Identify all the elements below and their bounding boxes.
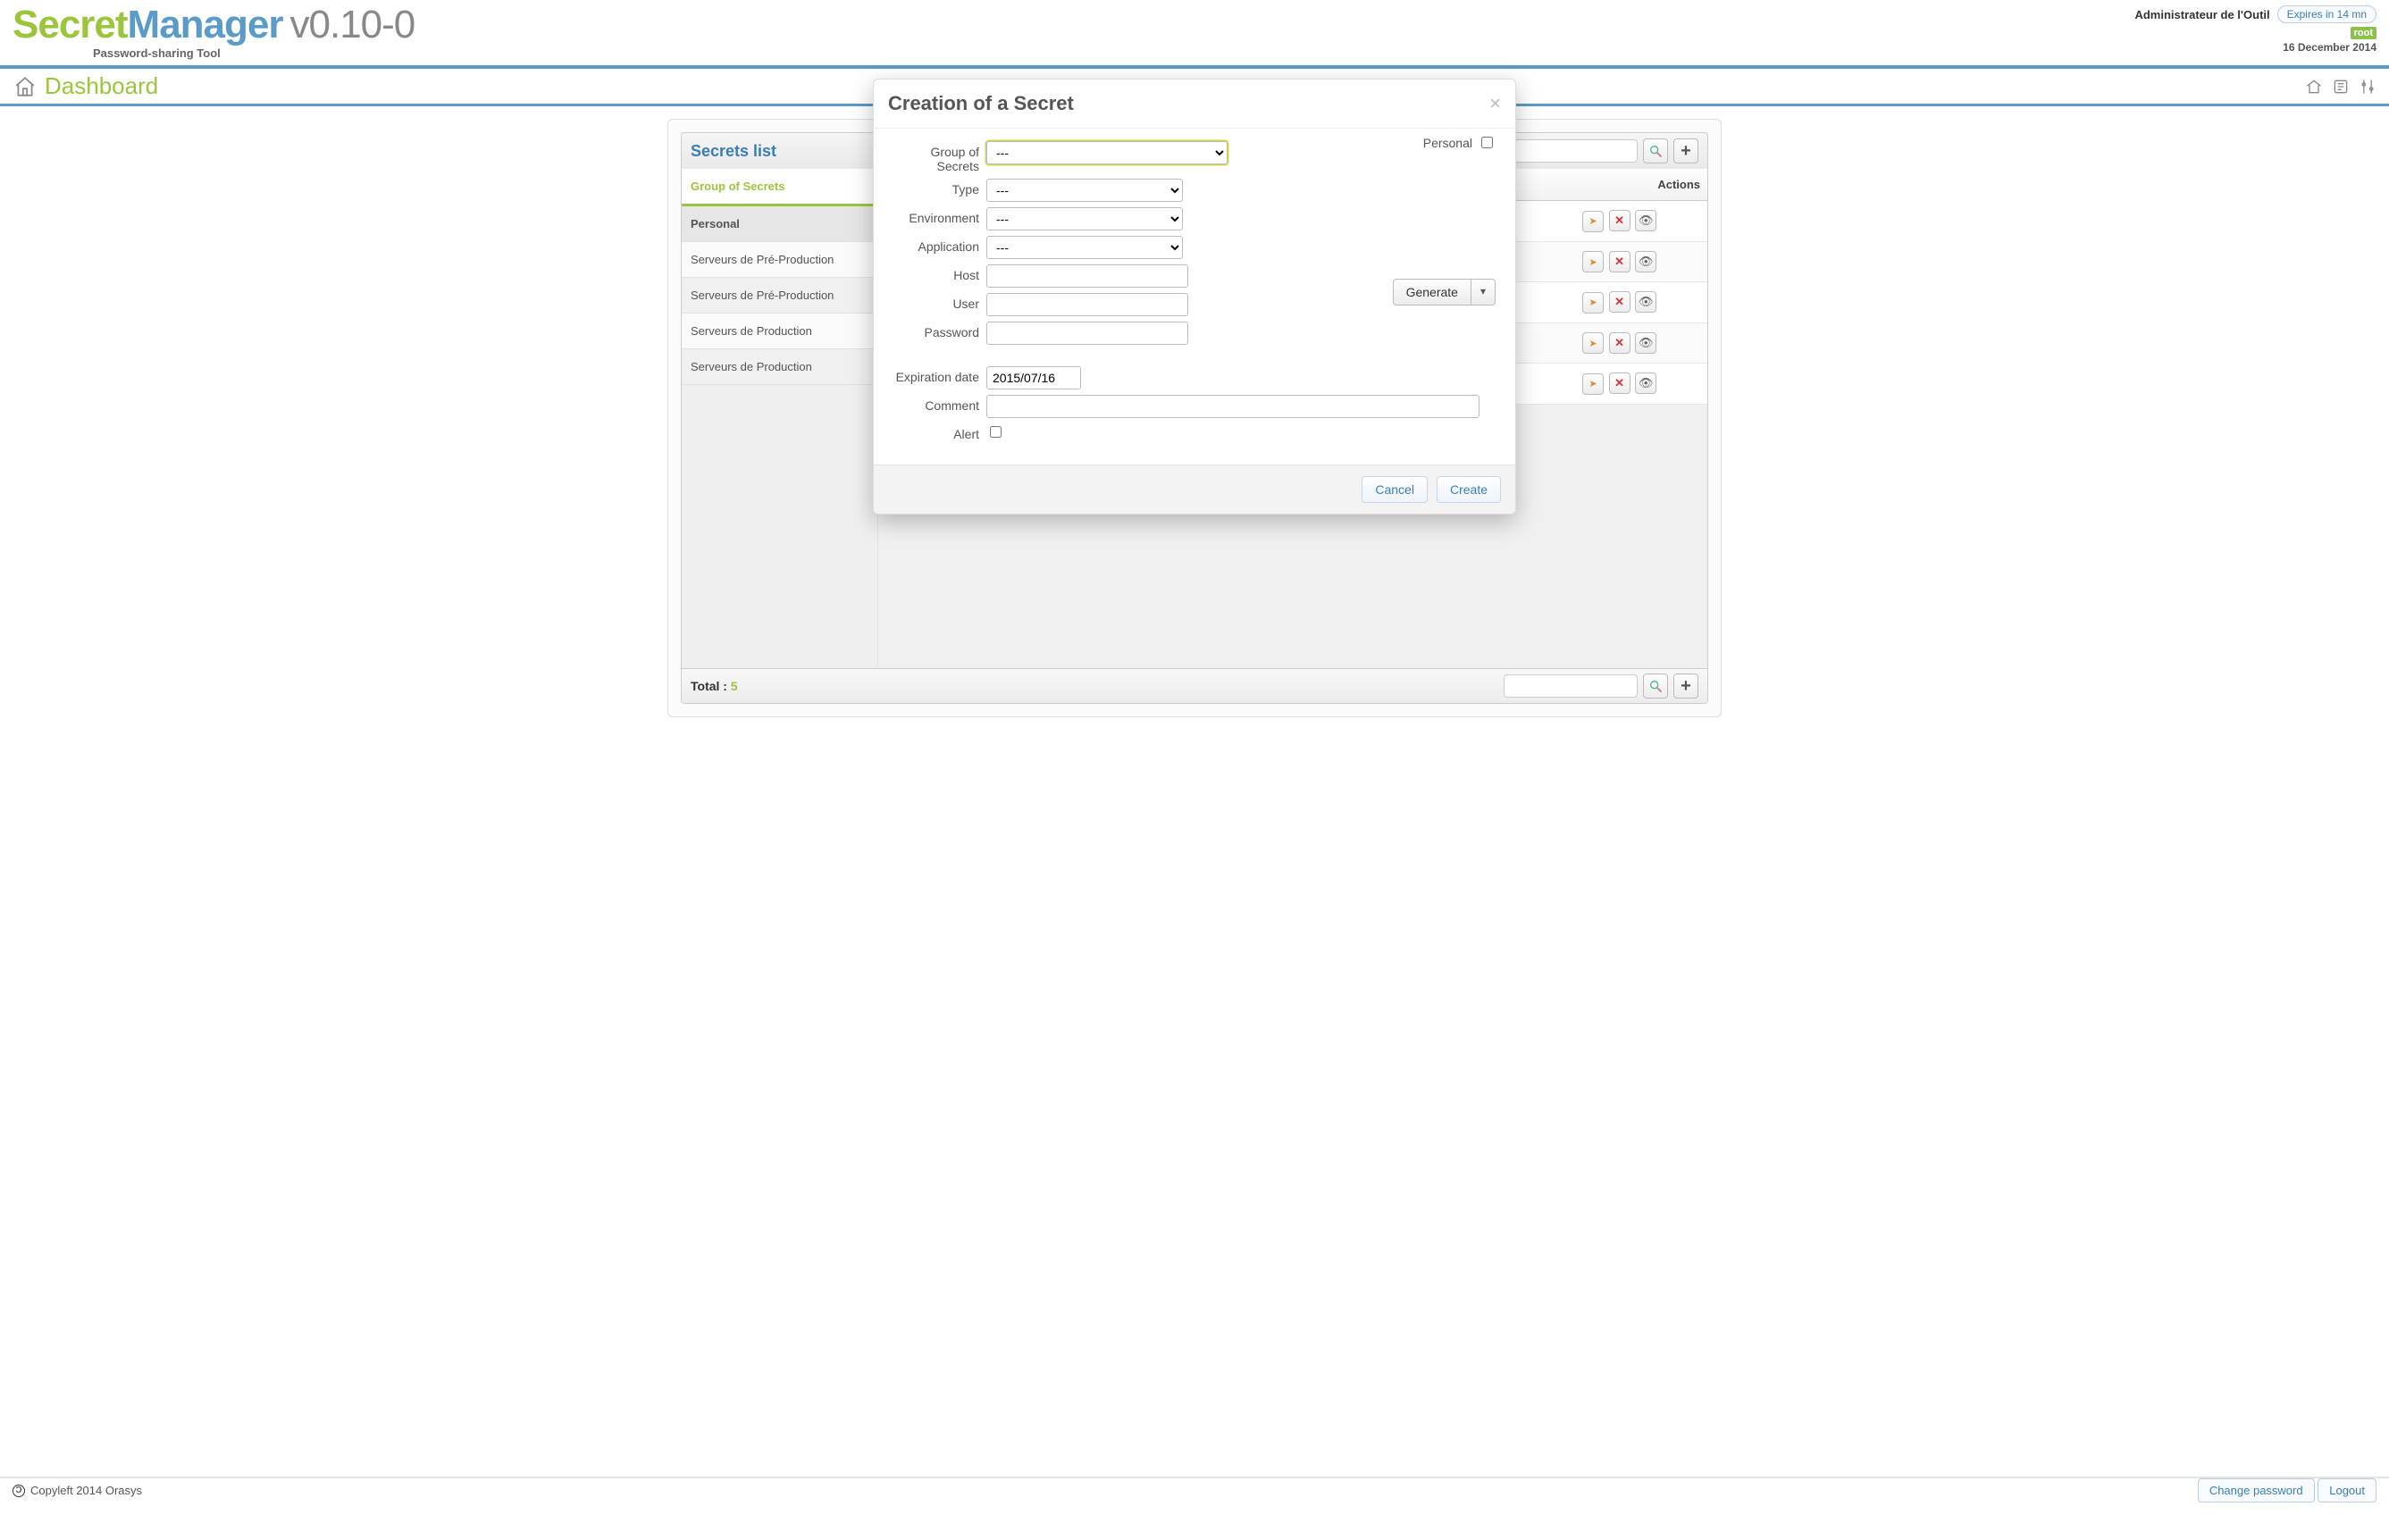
create-secret-modal: Creation of a Secret × Personal Group of… (873, 79, 1516, 515)
host-label: Host (888, 264, 986, 282)
sidebar-item-group-of-secrets[interactable]: Group of Secrets (682, 169, 877, 206)
sidebar-item[interactable]: Serveurs de Production (682, 349, 877, 385)
row-delete-button[interactable]: ✕ (1609, 372, 1630, 394)
add-secret-button[interactable]: + (1673, 138, 1698, 163)
home-icon[interactable] (13, 75, 38, 98)
panel-footer-tools: + (1504, 674, 1698, 699)
footer-add-button[interactable]: + (1673, 674, 1698, 699)
sidebar: Group of Secrets Personal Serveurs de Pr… (682, 169, 878, 673)
change-password-button[interactable]: Change password (2198, 1478, 2315, 1502)
row-view-button[interactable] (1635, 372, 1656, 394)
brand-seg1: Secret (13, 3, 128, 46)
panel-footer: Total : 5 + (682, 668, 1707, 703)
logout-button[interactable]: Logout (2318, 1478, 2376, 1502)
app-header: SecretManagerv0.10-0 Password-sharing To… (0, 0, 2389, 69)
comment-label: Comment (888, 395, 986, 413)
type-label: Type (888, 179, 986, 197)
modal-header: Creation of a Secret × (874, 80, 1515, 129)
session-expiry-badge[interactable]: Expires in 14 mn (2277, 5, 2376, 23)
sidebar-item[interactable]: Serveurs de Pré-Production (682, 278, 877, 314)
row-open-button[interactable] (1582, 211, 1604, 232)
create-button[interactable]: Create (1437, 476, 1501, 503)
cancel-button[interactable]: Cancel (1362, 476, 1428, 503)
panel-search-input[interactable] (1513, 139, 1638, 163)
row-view-button[interactable] (1635, 332, 1656, 354)
total-label: Total : (691, 679, 727, 693)
brand-seg2: Manager (128, 3, 283, 46)
row-delete-button[interactable]: ✕ (1609, 251, 1630, 272)
copyleft-text: Copyleft 2014 Orasys (30, 1484, 142, 1497)
footer-buttons: Change password Logout (2198, 1484, 2376, 1497)
generate-group: Generate ▾ (1393, 279, 1496, 305)
host-input[interactable] (986, 264, 1188, 288)
total-count: 5 (731, 679, 738, 693)
sidebar-item[interactable]: Serveurs de Pré-Production (682, 242, 877, 278)
expiration-label: Expiration date (888, 366, 986, 384)
password-label: Password (888, 322, 986, 339)
row-open-button[interactable] (1582, 292, 1604, 314)
personal-checkbox[interactable] (1481, 137, 1493, 148)
brand-tagline: Password-sharing Tool (93, 46, 415, 60)
page-title: Dashboard (45, 72, 158, 100)
group-select[interactable]: --- (986, 141, 1228, 164)
header-right: Administrateur de l'Outil Expires in 14 … (2134, 5, 2376, 54)
expiration-input[interactable] (986, 366, 1081, 389)
generate-button[interactable]: Generate (1393, 279, 1471, 305)
modal-title: Creation of a Secret (888, 92, 1074, 115)
personal-label: Personal (1423, 136, 1472, 150)
header-date: 16 December 2014 (2134, 41, 2376, 54)
panel-title: Secrets list (691, 142, 776, 161)
nav-tools-icon[interactable] (2359, 78, 2376, 96)
row-open-button[interactable] (1582, 251, 1604, 272)
password-input[interactable] (986, 322, 1188, 345)
user-input[interactable] (986, 293, 1188, 316)
brand-version: v0.10-0 (290, 3, 415, 46)
generate-dropdown-button[interactable]: ▾ (1471, 279, 1496, 305)
user-label: User (888, 293, 986, 311)
comment-input[interactable] (986, 395, 1480, 418)
group-label: Group of Secrets (888, 141, 986, 173)
nav-home-icon[interactable] (2305, 78, 2323, 96)
row-delete-button[interactable]: ✕ (1609, 210, 1630, 231)
row-view-button[interactable] (1635, 210, 1656, 231)
alert-checkbox[interactable] (990, 426, 1002, 438)
total-row: Total : 5 (691, 679, 738, 693)
environment-select[interactable]: --- (986, 207, 1183, 230)
brand: SecretManagerv0.10-0 (13, 5, 415, 45)
type-select[interactable]: --- (986, 179, 1183, 202)
environment-label: Environment (888, 207, 986, 225)
row-open-button[interactable] (1582, 332, 1604, 354)
alert-label: Alert (888, 423, 986, 441)
modal-footer: Cancel Create (874, 465, 1515, 514)
personal-row: Personal (1423, 134, 1496, 151)
app-footer: C Copyleft 2014 Orasys Change password L… (0, 1477, 2389, 1502)
copyleft-icon: C (13, 1485, 25, 1497)
admin-label: Administrateur de l'Outil (2134, 8, 2269, 21)
brand-block: SecretManagerv0.10-0 Password-sharing To… (13, 5, 415, 65)
panel-header-tools: + (1513, 138, 1698, 163)
modal-close-button[interactable]: × (1489, 94, 1501, 113)
sidebar-item-personal[interactable]: Personal (682, 206, 877, 242)
row-delete-button[interactable]: ✕ (1609, 291, 1630, 313)
footer-search-button[interactable] (1643, 674, 1668, 699)
footer-search-input[interactable] (1504, 674, 1638, 698)
row-delete-button[interactable]: ✕ (1609, 332, 1630, 354)
sidebar-item[interactable]: Serveurs de Production (682, 314, 877, 349)
row-view-button[interactable] (1635, 251, 1656, 272)
col-actions: Actions (1573, 169, 1707, 201)
row-view-button[interactable] (1635, 291, 1656, 313)
search-button[interactable] (1643, 138, 1668, 163)
modal-body: Personal Group of Secrets --- Type --- E… (874, 129, 1515, 465)
row-open-button[interactable] (1582, 373, 1604, 395)
role-badge: root (2351, 27, 2376, 39)
nav-secrets-icon[interactable] (2332, 78, 2350, 96)
application-select[interactable]: --- (986, 236, 1183, 259)
application-label: Application (888, 236, 986, 254)
